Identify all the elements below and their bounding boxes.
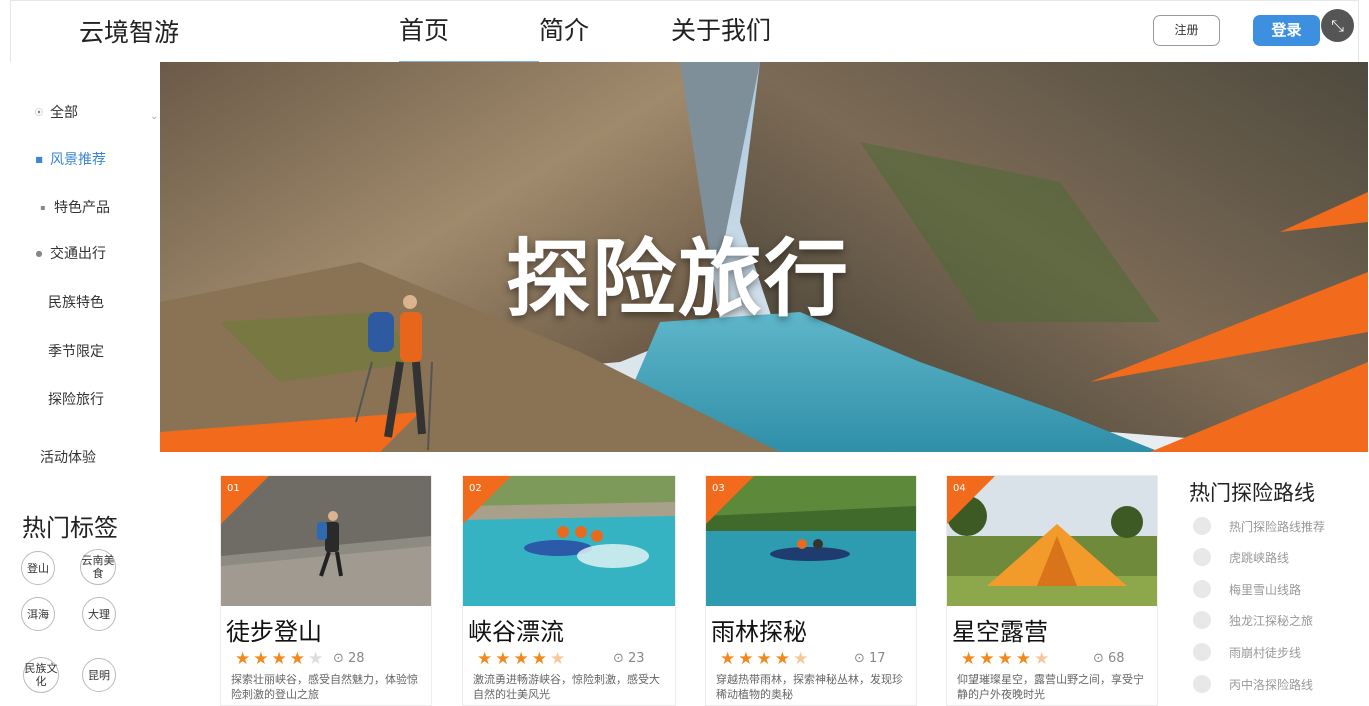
card-meta: ⊙ 68 [1093,651,1125,666]
grid-icon: ▪ [40,202,46,212]
adventure-card[interactable]: 03 雨林探秘 ★★★★★ ⊙ 17 穿越热带雨林，探索神秘丛林，发现珍稀动植物… [705,475,917,706]
route-item[interactable]: 虎跳峡路线 [1193,548,1289,566]
route-item[interactable]: 梅里雪山线路 [1193,580,1301,598]
adventure-card[interactable]: 01 徒步登山 ★★★★★ ⊙ 28 探索壮丽峡谷，感受自然魅力，体验惊险刺激的… [220,475,432,706]
card-number: 03 [712,483,725,494]
chevron-down-icon[interactable]: ⌄ [150,111,158,122]
route-bullet-icon [1193,611,1211,629]
hero-banner[interactable]: 探险旅行 [160,62,1368,452]
route-bullet-icon [1193,580,1211,598]
sidebar-item-products[interactable]: ▪ 特色产品 [38,197,110,217]
hero-title: 探险旅行 [506,230,851,328]
nav-about[interactable]: 关于我们 [671,1,811,63]
register-button[interactable]: 注册 [1153,15,1220,46]
route-item[interactable]: 丙中洛探险路线 [1193,675,1313,693]
route-item[interactable]: 雨崩村徒步线 [1193,643,1301,661]
exit-fullscreen-icon[interactable]: ⤡ [1321,9,1354,42]
card-meta: ⊙ 17 [854,651,886,666]
card-description: 穿越热带雨林，探索神秘丛林，发现珍稀动植物的奥秘 [716,673,903,701]
sidebar-item-transport[interactable]: ● 交通出行 [34,243,107,263]
category-sidebar: ⦿ 全部 ⌄ ■ 风景推荐 ▪ 特色产品 ● 交通出行 民族特色 季节限定 探险旅行 活… [10,62,160,706]
card-title: 雨林探秘 [711,618,807,646]
star-rating: ★★★★★ [961,649,1053,669]
sidebar-item-ethnic[interactable]: 民族特色 [48,292,104,312]
tag-chip[interactable]: 大理 [82,597,116,631]
tag-chip[interactable]: 民族文化 [23,657,59,693]
adventure-card[interactable]: 02 峡谷漂流 ★★★★★ ⊙ 23 激流勇进畅游峡谷，惊险刺激，感受大自然的壮… [462,475,676,706]
tag-chip[interactable]: 云南美食 [80,549,116,585]
hot-tags-title: 热门标签 [22,514,118,542]
card-meta: ⊙ 28 [333,651,365,666]
card-title: 徒步登山 [226,618,322,646]
card-title: 峡谷漂流 [468,618,564,646]
login-button[interactable]: 登录 [1253,15,1320,46]
sidebar-item-adventure[interactable]: 探险旅行 [48,389,104,409]
tag-chip[interactable]: 洱海 [21,597,55,631]
card-description: 仰望璀璨星空，露营山野之间，享受宁静的户外夜晚时光 [957,673,1144,701]
sidebar-item-seasonal[interactable]: 季节限定 [48,341,104,361]
tag-chip[interactable]: 登山 [21,551,55,585]
route-bullet-icon [1193,643,1211,661]
top-header: 云境智游 首页 简介 关于我们 注册 登录 ⤡ [10,0,1359,63]
card-description: 探索壮丽峡谷，感受自然魅力，体验惊险刺激的登山之旅 [231,673,418,701]
pin-icon: ⦿ [35,107,43,117]
route-item[interactable]: 独龙江探秘之旅 [1193,611,1313,629]
sidebar-item-all[interactable]: ⦿ 全部 [34,102,78,122]
card-meta: ⊙ 23 [613,651,645,666]
card-number: 01 [227,483,240,494]
star-rating: ★★★★★ [720,649,812,669]
card-title: 星空露营 [952,618,1048,646]
route-bullet-icon [1193,548,1211,566]
card-description: 激流勇进畅游峡谷，惊险刺激，感受大自然的壮美风光 [473,673,660,701]
nav-home[interactable]: 首页 [399,1,539,63]
route-item[interactable]: 热门探险路线推荐 [1193,517,1325,535]
brand-logo[interactable]: 云境智游 [79,13,179,49]
main-nav: 首页 简介 关于我们 [399,1,811,63]
route-bullet-icon [1193,675,1211,693]
sidebar-item-activity[interactable]: 活动体验 [40,447,96,467]
adventure-card[interactable]: 04 星空露营 ★★★★★ ⊙ 68 仰望璀璨星空，露营山野之间，享受宁静的户外… [946,475,1158,706]
circle-icon: ● [35,248,43,258]
square-icon: ■ [35,154,43,164]
sidebar-item-scenery[interactable]: ■ 风景推荐 [34,149,106,169]
tag-chip[interactable]: 昆明 [82,658,116,692]
star-rating: ★★★★★ [235,649,327,669]
nav-intro[interactable]: 简介 [539,1,671,63]
route-bullet-icon [1193,517,1211,535]
star-rating: ★★★★★ [477,649,569,669]
hot-routes-title: 热门探险路线 [1189,481,1315,505]
card-number: 04 [953,483,966,494]
card-number: 02 [469,483,482,494]
